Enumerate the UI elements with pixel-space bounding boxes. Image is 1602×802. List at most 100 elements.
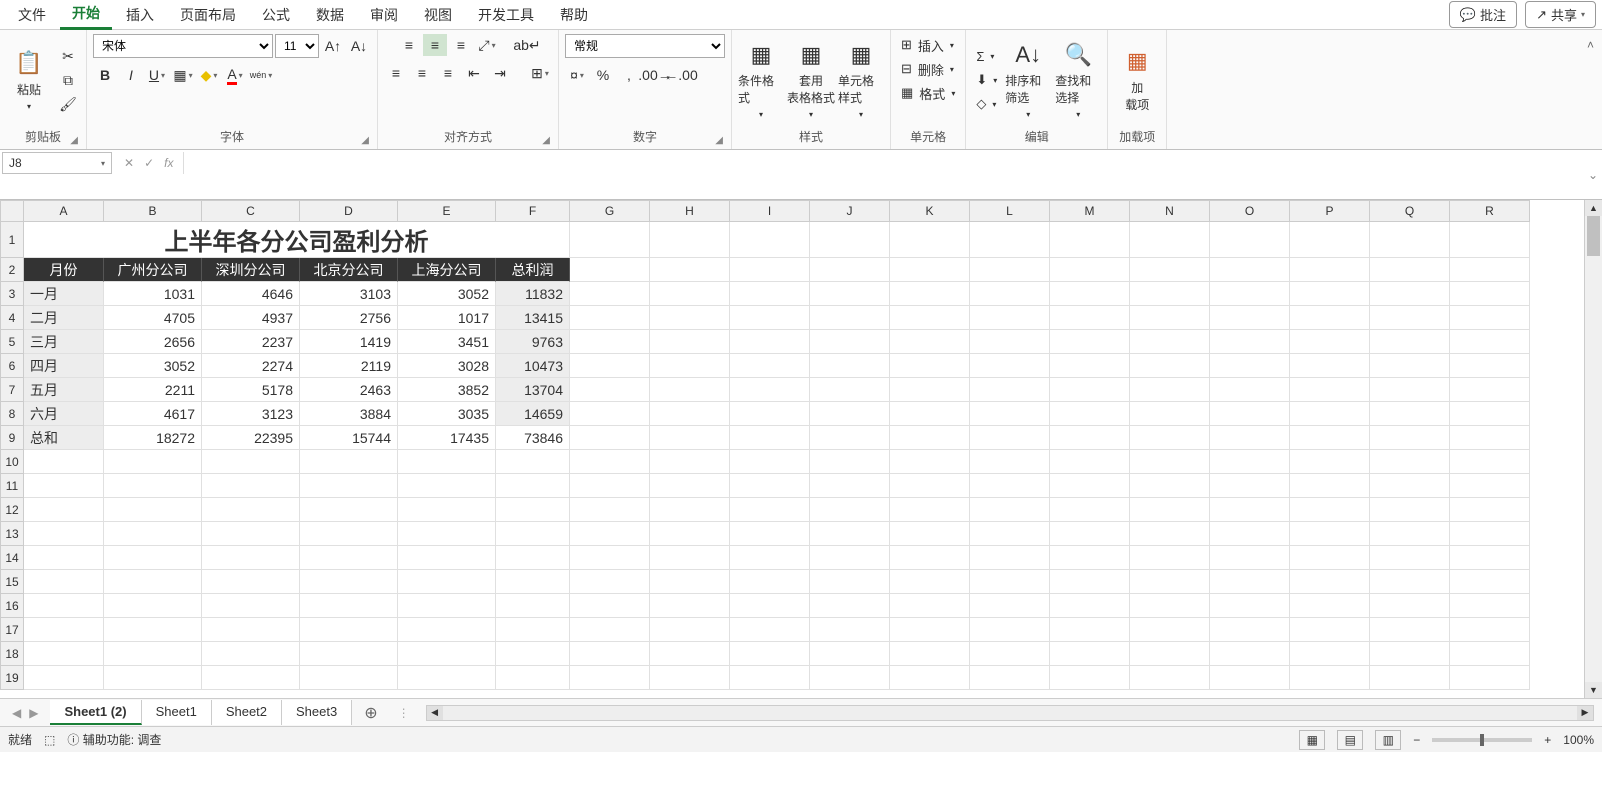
cell[interactable] [398,498,496,522]
cell[interactable] [1050,354,1130,378]
cell[interactable] [1450,354,1530,378]
cell[interactable] [1450,594,1530,618]
column-header-R[interactable]: R [1450,200,1530,222]
cell[interactable] [1210,474,1290,498]
cell[interactable] [810,450,890,474]
cell[interactable] [1370,330,1450,354]
cell[interactable] [24,546,104,570]
fx-button[interactable]: fx [164,156,173,170]
cell-styles-button[interactable]: ▦单元格样式▾ [838,44,884,116]
cell[interactable] [24,594,104,618]
cell[interactable] [202,570,300,594]
cell[interactable] [398,474,496,498]
cell[interactable] [570,498,650,522]
cell[interactable] [570,426,650,450]
font-dialog[interactable]: ◢ [361,135,369,146]
orientation-button[interactable]: ⤢ [475,34,499,56]
cell[interactable] [1450,426,1530,450]
cell[interactable]: 2656 [104,330,202,354]
cell[interactable] [1370,594,1450,618]
align-left-button[interactable]: ≡ [384,62,408,84]
cancel-formula-button[interactable]: ✕ [124,156,134,170]
underline-button[interactable]: U [145,64,169,86]
column-header-M[interactable]: M [1050,200,1130,222]
cell[interactable] [1050,306,1130,330]
cell[interactable] [570,378,650,402]
cell[interactable] [1210,618,1290,642]
cell[interactable] [398,546,496,570]
cell[interactable] [810,522,890,546]
cell[interactable] [970,642,1050,666]
cell[interactable] [570,474,650,498]
menu-insert[interactable]: 插入 [114,1,166,29]
cell[interactable] [1370,522,1450,546]
cell[interactable] [1130,546,1210,570]
cell[interactable] [890,378,970,402]
cell[interactable] [650,498,730,522]
menu-data[interactable]: 数据 [304,1,356,29]
cell[interactable] [650,522,730,546]
merge-button[interactable]: ⊞ [528,62,552,84]
cell[interactable]: 3123 [202,402,300,426]
cell[interactable] [1210,546,1290,570]
column-header-F[interactable]: F [496,200,570,222]
cell[interactable] [650,474,730,498]
cell[interactable] [104,522,202,546]
cell[interactable]: 22395 [202,426,300,450]
cell[interactable]: 3052 [104,354,202,378]
align-bottom-button[interactable]: ≡ [449,34,473,56]
cell[interactable] [1290,618,1370,642]
cell[interactable]: 1017 [398,306,496,330]
cell[interactable]: 15744 [300,426,398,450]
zoom-in-button[interactable]: + [1544,733,1551,747]
cell[interactable] [496,594,570,618]
cell[interactable] [970,402,1050,426]
cell[interactable] [730,522,810,546]
cell[interactable] [890,546,970,570]
cell[interactable] [1050,402,1130,426]
cell[interactable] [24,642,104,666]
cell[interactable] [810,474,890,498]
cell[interactable] [570,618,650,642]
cell[interactable]: 9763 [496,330,570,354]
cell[interactable] [810,282,890,306]
cell[interactable]: 上海分公司 [398,258,496,282]
cell[interactable] [650,378,730,402]
cell[interactable] [890,570,970,594]
cell[interactable] [1050,330,1130,354]
cell[interactable] [398,522,496,546]
cell[interactable] [730,378,810,402]
cell[interactable] [1050,594,1130,618]
cell[interactable] [650,642,730,666]
cell[interactable] [970,426,1050,450]
cell[interactable]: 上半年各分公司盈利分析 [24,222,570,258]
share-button[interactable]: ↗共享▾ [1525,1,1596,28]
cell[interactable]: 5178 [202,378,300,402]
horizontal-scrollbar[interactable]: ◀ ▶ [426,705,1594,721]
cell[interactable] [970,594,1050,618]
cell[interactable] [890,618,970,642]
cell[interactable] [1290,378,1370,402]
vertical-scrollbar[interactable]: ▲ ▼ [1584,200,1602,698]
cell[interactable]: 10473 [496,354,570,378]
cell[interactable] [202,666,300,690]
cell[interactable]: 3028 [398,354,496,378]
menu-help[interactable]: 帮助 [548,1,600,29]
cell[interactable]: 2237 [202,330,300,354]
cell[interactable] [810,222,890,258]
cell[interactable] [1450,546,1530,570]
cell[interactable] [104,618,202,642]
cell[interactable] [1050,450,1130,474]
accessibility-status[interactable]: ⓘ 辅助功能: 调查 [67,731,161,748]
cell[interactable] [730,474,810,498]
cell[interactable] [1130,306,1210,330]
cell[interactable]: 2463 [300,378,398,402]
cell[interactable] [1450,450,1530,474]
cell[interactable] [1450,258,1530,282]
menu-review[interactable]: 审阅 [358,1,410,29]
row-header-5[interactable]: 5 [0,330,24,354]
cell[interactable]: 18272 [104,426,202,450]
row-header-1[interactable]: 1 [0,222,24,258]
cell[interactable]: 3103 [300,282,398,306]
expand-formula-button[interactable]: ⌄ [1584,150,1602,199]
